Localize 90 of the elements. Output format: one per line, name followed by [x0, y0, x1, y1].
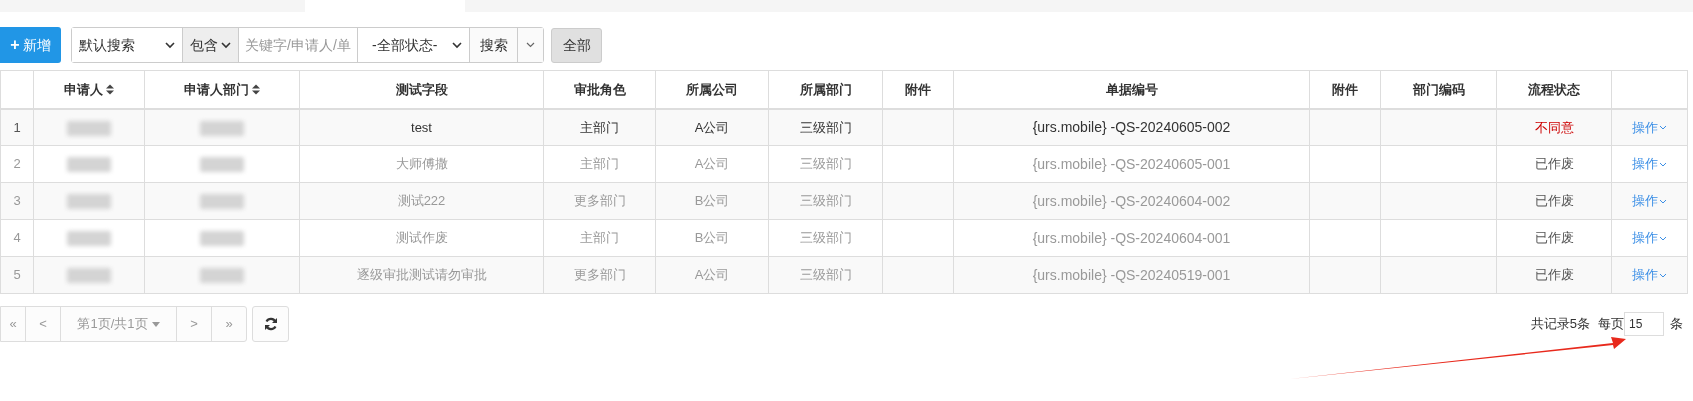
column-header: 流程状态	[1528, 80, 1580, 99]
blurred-text	[200, 268, 244, 284]
chevron-down-icon	[1659, 272, 1667, 278]
blurred-text	[200, 120, 244, 136]
column-header: 申请人部门	[184, 80, 249, 99]
table-cell: 三级部门	[799, 119, 852, 135]
status-text: 已作废	[1534, 267, 1574, 283]
caret-icon	[452, 41, 462, 49]
actions-link[interactable]: 操作	[1632, 228, 1667, 248]
match-mode-select[interactable]: 包含	[183, 28, 239, 62]
page-size-field[interactable]: 15	[1624, 312, 1664, 336]
table-cell: {urs.mobile} -QS-20240605-001	[1032, 155, 1231, 172]
table-cell: 测试222	[397, 193, 446, 209]
table-cell: 三级部门	[799, 156, 852, 172]
table-cell: 三级部门	[799, 193, 852, 209]
next-page-button[interactable]: >	[177, 307, 212, 341]
table-cell: A公司	[694, 156, 730, 172]
record-count: 共记录5条	[1530, 315, 1590, 334]
refresh-icon	[263, 317, 278, 331]
search-button[interactable]: 搜索	[470, 28, 518, 62]
caret-icon	[221, 41, 231, 49]
status-text: 不同意	[1534, 119, 1574, 135]
table-cell: 三级部门	[799, 230, 852, 246]
actions-link[interactable]: 操作	[1632, 154, 1667, 174]
sort-icon[interactable]	[106, 83, 114, 95]
column-header: 申请人	[64, 80, 103, 99]
row-number: 2	[13, 156, 21, 172]
blurred-text	[67, 120, 111, 136]
chevron-down-icon	[1659, 161, 1667, 167]
blurred-text	[67, 231, 111, 247]
chevron-down-icon	[1659, 235, 1667, 241]
table-cell: 主部门	[580, 119, 619, 135]
table-cell: {urs.mobile} -QS-20240604-002	[1032, 192, 1231, 209]
row-number: 4	[13, 230, 21, 246]
table-cell: B公司	[694, 193, 730, 209]
blurred-text	[67, 268, 111, 284]
column-header: 单据编号	[1105, 80, 1158, 99]
status-text: 已作废	[1534, 193, 1574, 209]
column-header: 部门编码	[1412, 80, 1465, 99]
column-header: 附件	[1332, 80, 1358, 99]
blurred-text	[67, 194, 111, 210]
table-cell: A公司	[694, 267, 730, 283]
caret-icon	[165, 41, 175, 49]
first-page-button[interactable]: «	[1, 307, 26, 341]
chevron-down-icon	[1659, 198, 1667, 204]
table-cell: test	[411, 119, 432, 135]
chevron-down-icon	[526, 42, 535, 48]
table-cell: 大师傅撒	[395, 156, 448, 172]
table-cell: 更多部门	[573, 267, 626, 283]
table-cell: {urs.mobile} -QS-20240604-001	[1032, 229, 1231, 246]
per-page-label: 每页	[1598, 315, 1624, 334]
table-cell: 主部门	[580, 230, 619, 246]
chevron-down-icon	[1659, 124, 1667, 130]
column-header: 所属公司	[686, 80, 738, 99]
table-cell: {urs.mobile} -QS-20240519-001	[1032, 266, 1231, 283]
table-cell: 三级部门	[799, 267, 852, 283]
last-page-button[interactable]: »	[212, 307, 246, 341]
sort-icon[interactable]	[252, 83, 260, 95]
status-text: 已作废	[1534, 230, 1574, 246]
page-select[interactable]: 第1页/共1页	[61, 307, 177, 341]
blurred-text	[200, 157, 244, 173]
actions-link[interactable]: 操作	[1632, 265, 1667, 285]
column-header: 所属部门	[799, 80, 852, 99]
table-cell: 主部门	[580, 156, 619, 172]
table-cell: A公司	[694, 119, 730, 135]
table-cell: {urs.mobile} -QS-20240605-002	[1032, 118, 1231, 135]
column-header: 测试字段	[395, 80, 448, 99]
column-header: 附件	[905, 80, 931, 99]
search-mode-select[interactable]: 默认搜索	[72, 28, 183, 62]
row-number: 3	[13, 193, 21, 209]
table-cell: 逐级审批测试请勿审批	[356, 267, 487, 283]
status-text: 已作废	[1534, 156, 1574, 172]
table-cell: 更多部门	[573, 193, 626, 209]
add-button[interactable]: + 新增	[0, 27, 61, 63]
blurred-text	[200, 194, 244, 210]
blurred-text	[67, 157, 111, 173]
table-cell: B公司	[694, 230, 730, 246]
all-button[interactable]: 全部	[551, 27, 602, 63]
refresh-button[interactable]	[252, 306, 289, 342]
blurred-text	[200, 231, 244, 247]
previous-page-button[interactable]: <	[26, 307, 61, 341]
actions-link[interactable]: 操作	[1632, 191, 1667, 211]
actions-link[interactable]: 操作	[1632, 117, 1667, 137]
row-number: 1	[13, 119, 21, 135]
keyword-field[interactable]: 关键字/申请人/单	[239, 28, 358, 62]
caret-icon	[151, 321, 160, 327]
row-number: 5	[13, 267, 21, 283]
unit-label: 条	[1670, 315, 1683, 334]
column-header: 审批角色	[573, 80, 626, 99]
table-cell: 测试作废	[395, 230, 448, 246]
